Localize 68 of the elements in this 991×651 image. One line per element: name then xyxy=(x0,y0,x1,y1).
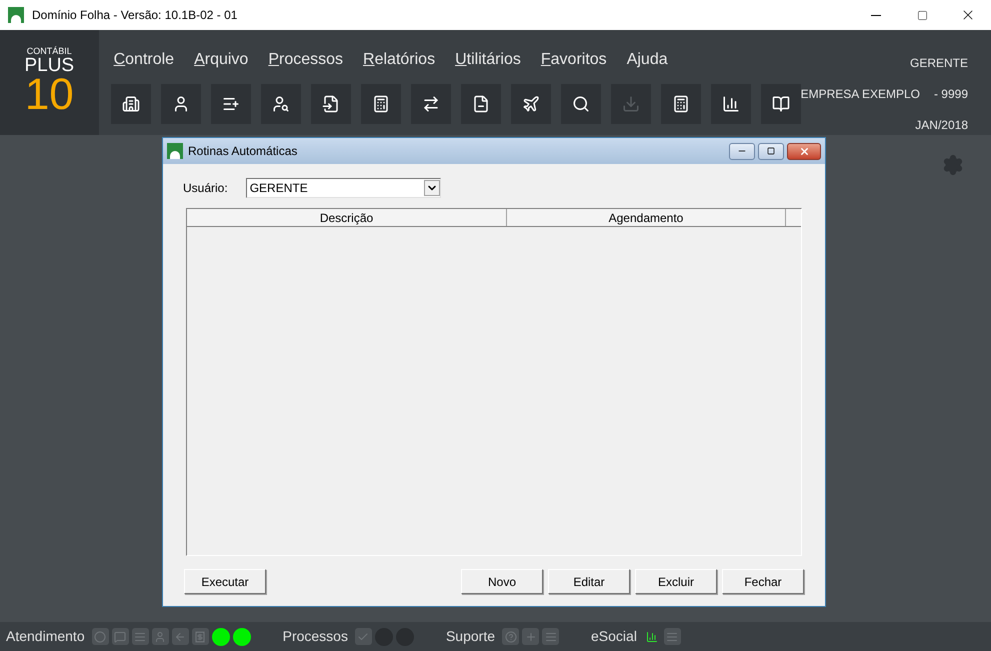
restore-icon xyxy=(767,147,775,155)
column-header: Agendamento xyxy=(507,209,786,226)
menu-item[interactable]: Processos xyxy=(268,48,344,72)
toolbar-button[interactable] xyxy=(510,84,551,124)
period-label: JAN/2018 xyxy=(915,117,968,134)
company-name: EMPRESA EXEMPLO xyxy=(800,86,920,103)
status-label: Processos xyxy=(282,627,348,646)
app-icon xyxy=(8,7,24,23)
toolbar-button[interactable] xyxy=(410,84,451,124)
toolbar-button[interactable] xyxy=(710,84,751,124)
column-header: Descrição xyxy=(187,209,507,226)
dialog-button[interactable]: Editar xyxy=(548,569,630,594)
dialog-button[interactable]: Fechar xyxy=(722,569,804,594)
toolbar-button[interactable] xyxy=(460,84,501,124)
dialog-button[interactable]: Excluir xyxy=(635,569,717,594)
user-dropdown[interactable]: GERENTE xyxy=(246,178,441,198)
window-title: Domínio Folha - Versão: 10.1B-02 - 01 xyxy=(32,7,238,24)
toolbar-button[interactable] xyxy=(260,84,301,124)
toolbar-button[interactable] xyxy=(160,84,201,124)
logo: CONTÁBIL PLUS 10 xyxy=(0,30,99,135)
plus-icon[interactable] xyxy=(522,628,540,645)
app-icon xyxy=(167,143,183,159)
list-icon[interactable] xyxy=(542,628,560,645)
menu-item[interactable]: Controle xyxy=(114,48,174,72)
minimize-icon xyxy=(871,14,881,16)
toolbar-button[interactable] xyxy=(760,84,801,124)
help-icon[interactable] xyxy=(502,628,520,645)
column-header xyxy=(786,209,801,226)
status-label: eSocial xyxy=(591,627,637,646)
user-name: GERENTE xyxy=(910,55,968,72)
menu-item[interactable]: Arquivo xyxy=(194,48,248,72)
book-icon xyxy=(772,95,790,113)
building-icon xyxy=(122,95,140,113)
company-code: - 9999 xyxy=(934,86,968,103)
toolbar-button[interactable] xyxy=(560,84,601,124)
search-icon xyxy=(572,95,590,113)
menu-item[interactable]: Relatórios xyxy=(363,48,436,72)
person-icon[interactable] xyxy=(152,628,169,645)
close-button[interactable] xyxy=(787,142,821,160)
list-plus-icon xyxy=(222,95,240,113)
swap-arrows-icon xyxy=(422,95,440,113)
document-arrow-icon xyxy=(322,95,340,113)
toolbar-button[interactable] xyxy=(310,84,351,124)
download-icon xyxy=(622,95,640,113)
toolbar-button[interactable] xyxy=(360,84,401,124)
menu-item[interactable]: Ajuda xyxy=(626,48,668,72)
toolbar-button[interactable] xyxy=(210,84,251,124)
calculator-icon xyxy=(672,95,690,113)
chat-icon[interactable] xyxy=(112,628,129,645)
dialog-title: Rotinas Automáticas xyxy=(188,143,298,160)
toolbar-button[interactable] xyxy=(660,84,701,124)
dialog-button[interactable]: Novo xyxy=(461,569,543,594)
status-label: Suporte xyxy=(446,627,496,646)
menu-item[interactable]: Favoritos xyxy=(540,48,607,72)
user-label: Usuário: xyxy=(183,180,228,197)
check-icon[interactable] xyxy=(354,628,372,645)
maximize-icon xyxy=(916,10,928,20)
airplane-icon xyxy=(522,95,540,113)
list-icon[interactable] xyxy=(132,628,149,645)
close-icon xyxy=(798,146,810,156)
invoice-icon[interactable] xyxy=(192,628,209,645)
toolbar-button[interactable] xyxy=(110,84,151,124)
restore-button[interactable] xyxy=(758,142,784,160)
menu-item[interactable]: Utilitários xyxy=(455,48,521,72)
status-label: Atendimento xyxy=(6,627,85,646)
dialog-button[interactable]: Executar xyxy=(184,569,266,594)
user-search-icon xyxy=(272,95,290,113)
circle-icon[interactable] xyxy=(92,628,109,645)
